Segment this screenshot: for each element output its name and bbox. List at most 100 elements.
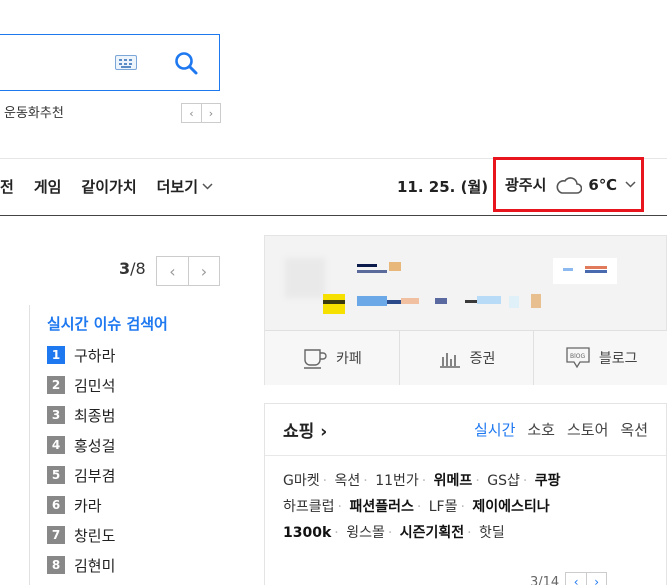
keyword[interactable]: 김부겸	[74, 465, 115, 486]
rank-badge: 5	[47, 466, 65, 484]
chart-icon	[439, 353, 460, 368]
weather-widget[interactable]: 광주시 6℃	[493, 157, 644, 212]
shopping-next-button[interactable]: ›	[586, 573, 606, 585]
list-item[interactable]: 4 홍성걸	[47, 430, 115, 460]
blurred-content	[357, 296, 387, 306]
next-page-button[interactable]: ›	[188, 257, 219, 285]
rank-badge: 6	[47, 496, 65, 514]
nav-item-together[interactable]: 같이가치	[81, 176, 136, 197]
list-item[interactable]: 6 카라	[47, 490, 115, 520]
blurred-content	[357, 270, 387, 273]
shop-link[interactable]: 위메프	[434, 473, 473, 489]
tab-soho[interactable]: 소호	[527, 419, 555, 440]
blurred-content	[401, 298, 419, 304]
service-stock-label: 증권	[469, 351, 496, 367]
realtime-pager: ‹ ›	[156, 256, 220, 286]
keyword[interactable]: 구하라	[74, 345, 115, 366]
shopping-links: G마켓 · 옥션 · 11번가 · 위메프 · GS샵 · 쿠팡 하프클럽 · 패션플러스 ·…	[283, 473, 561, 541]
svg-text:BlOG: BlOG	[570, 353, 586, 360]
nav-more-button[interactable]: 더보기	[157, 176, 213, 197]
blurred-content	[509, 296, 519, 308]
shop-link[interactable]: 옥션	[335, 473, 361, 489]
shopping-tabs: 실시간 소호 스토어 옥션	[474, 419, 648, 440]
realtime-keyword-list: 1 구하라 2 김민석 3 최종범 4 홍성걸 5 김부겸 6 카라 7 창린도 8 김현미	[47, 340, 115, 580]
weather-city: 광주시	[505, 176, 547, 194]
service-nav: 전 게임 같이가치 더보기	[0, 176, 233, 197]
blurred-content	[389, 262, 401, 271]
nav-item-game[interactable]: 게임	[34, 176, 62, 197]
tab-auction[interactable]: 옥션	[620, 419, 648, 440]
shop-link[interactable]: GS샵	[487, 473, 520, 489]
rank-badge: 1	[47, 346, 65, 364]
keyboard-icon[interactable]	[115, 55, 137, 70]
shopping-title[interactable]: 쇼핑 ›	[283, 417, 327, 442]
blurred-content	[435, 298, 447, 304]
tab-realtime[interactable]: 실시간	[474, 419, 515, 440]
prev-page-button[interactable]: ‹	[157, 257, 188, 285]
shopping-header: 쇼핑 › 실시간 소호 스토어 옥션	[265, 404, 666, 456]
keyword[interactable]: 창린도	[74, 525, 115, 546]
list-item[interactable]: 3 최종범	[47, 400, 115, 430]
shopping-card: 쇼핑 › 실시간 소호 스토어 옥션 G마켓 · 옥션 · 11번가 · 위메프 · G…	[264, 403, 667, 585]
weather-temperature: 6℃	[588, 175, 618, 194]
page-total: /8	[130, 259, 146, 278]
shop-link[interactable]: 1300k	[283, 525, 331, 541]
shop-link[interactable]: 핫딜	[479, 525, 505, 541]
service-blog-label: 블로그	[598, 351, 638, 367]
next-suggestion-button[interactable]: ›	[201, 104, 220, 122]
page-current: 3	[119, 259, 131, 278]
keyword[interactable]: 카라	[74, 495, 102, 516]
shop-link[interactable]: 쿠팡	[535, 473, 561, 489]
service-blog[interactable]: BlOG 블로그	[533, 331, 667, 385]
shopping-title-text: 쇼핑	[283, 422, 315, 442]
keyword[interactable]: 최종범	[74, 405, 115, 426]
blurred-content	[285, 258, 325, 298]
rank-badge: 4	[47, 436, 65, 454]
account-card: 카페 증권 BlOG 블로그	[264, 235, 667, 385]
shop-link[interactable]: 11번가	[375, 473, 419, 489]
keyword[interactable]: 홍성걸	[74, 435, 115, 456]
blurred-content	[477, 296, 501, 304]
list-item[interactable]: 1 구하라	[47, 340, 115, 370]
blurred-content	[531, 294, 541, 308]
page-indicator: 3/8	[119, 259, 146, 278]
shop-link[interactable]: 시즌기획전	[400, 525, 464, 541]
list-item[interactable]: 7 창린도	[47, 520, 115, 550]
rank-badge: 7	[47, 526, 65, 544]
tab-store[interactable]: 스토어	[567, 419, 608, 440]
service-cafe[interactable]: 카페	[265, 331, 399, 385]
search-suggestion[interactable]: 운동화추천	[4, 102, 64, 121]
service-shortcuts: 카페 증권 BlOG 블로그	[265, 330, 667, 385]
blurred-content	[585, 266, 607, 269]
search-icon[interactable]	[173, 50, 199, 76]
service-stock[interactable]: 증권	[398, 331, 534, 385]
blurred-content	[563, 268, 573, 271]
shop-link[interactable]: G마켓	[283, 473, 320, 489]
keyword[interactable]: 김민석	[74, 375, 115, 396]
shop-link[interactable]: LF몰	[429, 499, 458, 515]
list-item[interactable]: 2 김민석	[47, 370, 115, 400]
column-divider	[29, 305, 30, 585]
shop-link[interactable]: 하프클럽	[283, 499, 335, 515]
blurred-content	[387, 300, 401, 304]
shop-link[interactable]: 제이에스티나	[472, 499, 549, 515]
date-display: 11. 25. (월)	[397, 178, 489, 196]
nav-item[interactable]: 전	[0, 176, 14, 197]
rank-badge: 3	[47, 406, 65, 424]
shopping-prev-button[interactable]: ‹	[566, 573, 586, 585]
blog-icon: BlOG	[566, 347, 590, 369]
keyword[interactable]: 김현미	[74, 555, 115, 576]
shopping-pager: 3/14 ‹ ›	[530, 572, 608, 585]
rank-badge: 2	[47, 376, 65, 394]
prev-suggestion-button[interactable]: ‹	[182, 104, 201, 122]
list-item[interactable]: 8 김현미	[47, 550, 115, 580]
realtime-issue-title: 실시간 이슈 검색어	[47, 315, 168, 333]
shop-link[interactable]: 패션플러스	[349, 499, 413, 515]
list-item[interactable]: 5 김부겸	[47, 460, 115, 490]
cloud-icon	[556, 176, 583, 194]
search-box[interactable]	[0, 34, 220, 91]
shop-link[interactable]: 윙스몰	[346, 525, 385, 541]
suggestion-pager: ‹ ›	[181, 103, 221, 123]
blurred-content	[323, 294, 345, 314]
chevron-down-icon	[202, 183, 213, 190]
